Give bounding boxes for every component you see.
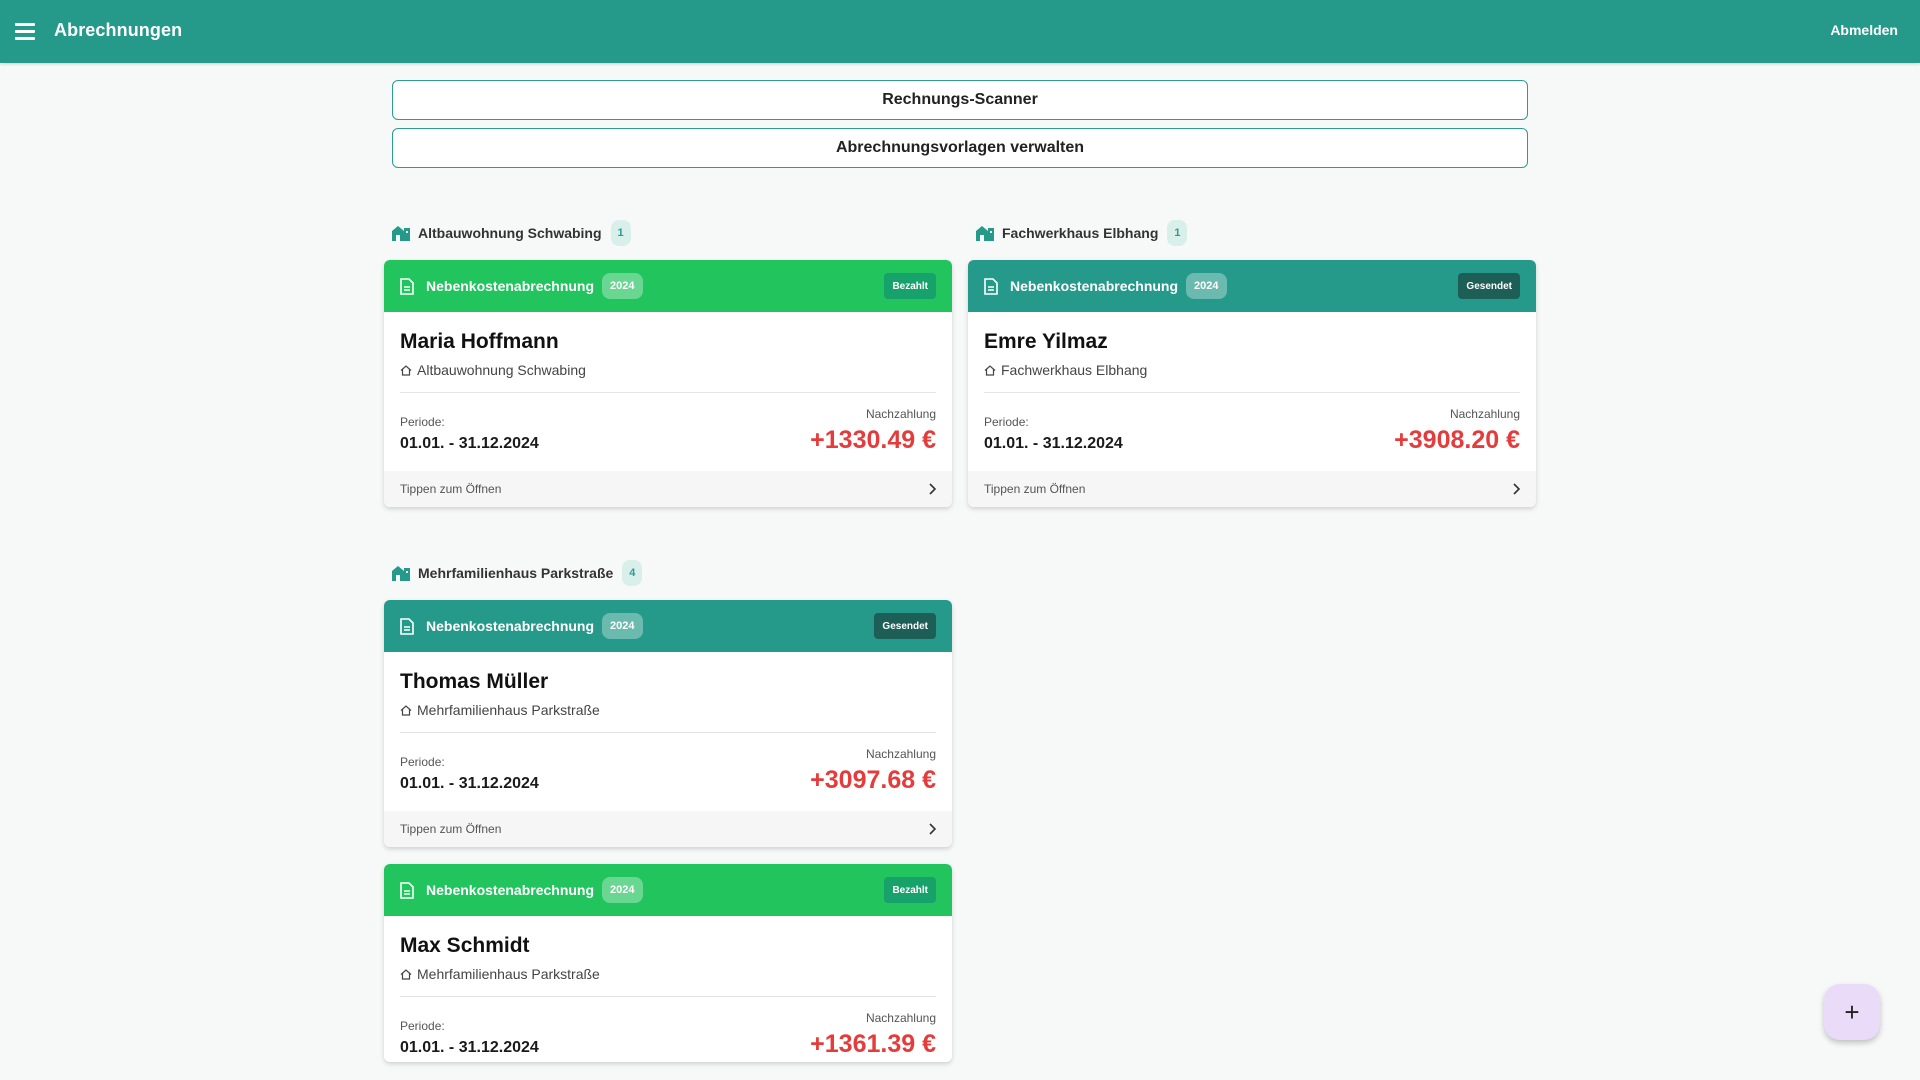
tenant-name: Emre Yilmaz [984, 330, 1108, 353]
period-label: Periode: [400, 415, 445, 429]
home-icon [400, 364, 412, 376]
property-line: Altbauwohnung Schwabing [400, 362, 936, 378]
group-title: Fachwerkhaus Elbhang [1002, 225, 1159, 241]
group-header-mehrfamilienhaus: Mehrfamilienhaus Parkstraße 4 [392, 560, 643, 586]
chevron-right-icon [929, 823, 936, 835]
card-header: Nebenkostenabrechnung 2024 Bezahlt [384, 260, 952, 312]
amount-label: Nachzahlung [865, 747, 936, 761]
tenant-name: Maria Hoffmann [400, 330, 559, 353]
status-badge: Bezahlt [884, 273, 936, 299]
amount-label: Nachzahlung [865, 1011, 936, 1025]
period-label: Periode: [400, 755, 445, 769]
document-icon [984, 277, 998, 295]
period-value: 01.01. - 31.12.2024 [400, 435, 539, 452]
apartment-icon [392, 566, 410, 581]
apartment-icon [976, 226, 994, 241]
group-title: Mehrfamilienhaus Parkstraße [418, 565, 614, 581]
period-label: Periode: [984, 415, 1029, 429]
group-header-altbauwohnung: Altbauwohnung Schwabing 1 [392, 220, 631, 246]
tenant-name: Max Schmidt [400, 934, 530, 957]
period-label: Periode: [400, 1019, 445, 1033]
open-hint: Tippen zum Öffnen [400, 822, 502, 836]
amount-value: +1330.49 € [810, 426, 936, 454]
period-value: 01.01. - 31.12.2024 [984, 435, 1123, 452]
tenant-name: Thomas Müller [400, 670, 549, 693]
page-title: Abrechnungen [54, 20, 183, 40]
chevron-right-icon [929, 483, 936, 495]
invoice-card[interactable]: Nebenkostenabrechnung 2024 Gesendet Emre… [968, 260, 1536, 507]
home-icon [984, 364, 996, 376]
home-icon [400, 968, 412, 980]
card-type: Nebenkostenabrechnung [426, 278, 595, 294]
card-header: Nebenkostenabrechnung 2024 Gesendet [968, 260, 1536, 312]
period-value: 01.01. - 31.12.2024 [400, 775, 539, 792]
open-hint: Tippen zum Öffnen [400, 482, 502, 496]
card-header: Nebenkostenabrechnung 2024 Gesendet [384, 600, 952, 652]
document-icon [400, 277, 414, 295]
property-line: Fachwerkhaus Elbhang [984, 362, 1520, 378]
plus-icon: + [1844, 996, 1860, 1027]
amount-value: +3908.20 € [1394, 426, 1520, 454]
menu-icon[interactable] [15, 23, 35, 40]
document-icon [400, 881, 414, 899]
count-badge: 1 [1167, 220, 1188, 246]
card-type: Nebenkostenabrechnung [426, 618, 595, 634]
property-line: Mehrfamilienhaus Parkstraße [400, 966, 936, 982]
apartment-icon [392, 226, 410, 241]
year-badge: 2024 [602, 273, 643, 299]
invoice-card[interactable]: Nebenkostenabrechnung 2024 Bezahlt Maria… [384, 260, 952, 507]
add-button[interactable]: + [1824, 984, 1880, 1040]
amount-label: Nachzahlung [1449, 407, 1520, 421]
card-header: Nebenkostenabrechnung 2024 Bezahlt [384, 864, 952, 916]
card-footer[interactable]: Tippen zum Öffnen [384, 811, 952, 847]
status-badge: Bezahlt [884, 877, 936, 903]
status-badge: Gesendet [1458, 273, 1520, 299]
card-type: Nebenkostenabrechnung [1010, 278, 1179, 294]
card-footer[interactable]: Tippen zum Öffnen [968, 471, 1536, 507]
amount-label: Nachzahlung [865, 407, 936, 421]
property-name: Mehrfamilienhaus Parkstraße [417, 702, 600, 718]
logout-button[interactable]: Abmelden [1830, 22, 1898, 38]
amount-value: +1361.39 € [810, 1030, 936, 1058]
group-header-fachwerkhaus: Fachwerkhaus Elbhang 1 [976, 220, 1188, 246]
property-name: Mehrfamilienhaus Parkstraße [417, 966, 600, 982]
group-title: Altbauwohnung Schwabing [418, 225, 602, 241]
year-badge: 2024 [602, 877, 643, 903]
card-type: Nebenkostenabrechnung [426, 882, 595, 898]
invoice-card[interactable]: Nebenkostenabrechnung 2024 Gesendet Thom… [384, 600, 952, 847]
count-badge: 4 [622, 560, 643, 586]
invoice-card[interactable]: Nebenkostenabrechnung 2024 Bezahlt Max S… [384, 864, 952, 1062]
year-badge: 2024 [1186, 273, 1227, 299]
property-line: Mehrfamilienhaus Parkstraße [400, 702, 936, 718]
property-name: Altbauwohnung Schwabing [417, 362, 586, 378]
invoice-scanner-button[interactable]: Rechnungs-Scanner [392, 80, 1528, 120]
period-value: 01.01. - 31.12.2024 [400, 1039, 539, 1056]
amount-value: +3097.68 € [810, 766, 936, 794]
status-badge: Gesendet [874, 613, 936, 639]
year-badge: 2024 [602, 613, 643, 639]
document-icon [400, 617, 414, 635]
chevron-right-icon [1513, 483, 1520, 495]
app-bar: Abrechnungen Abmelden [0, 0, 1920, 63]
count-badge: 1 [610, 220, 631, 246]
open-hint: Tippen zum Öffnen [984, 482, 1086, 496]
property-name: Fachwerkhaus Elbhang [1001, 362, 1148, 378]
card-footer[interactable]: Tippen zum Öffnen [384, 471, 952, 507]
manage-templates-button[interactable]: Abrechnungsvorlagen verwalten [392, 128, 1528, 168]
home-icon [400, 704, 412, 716]
